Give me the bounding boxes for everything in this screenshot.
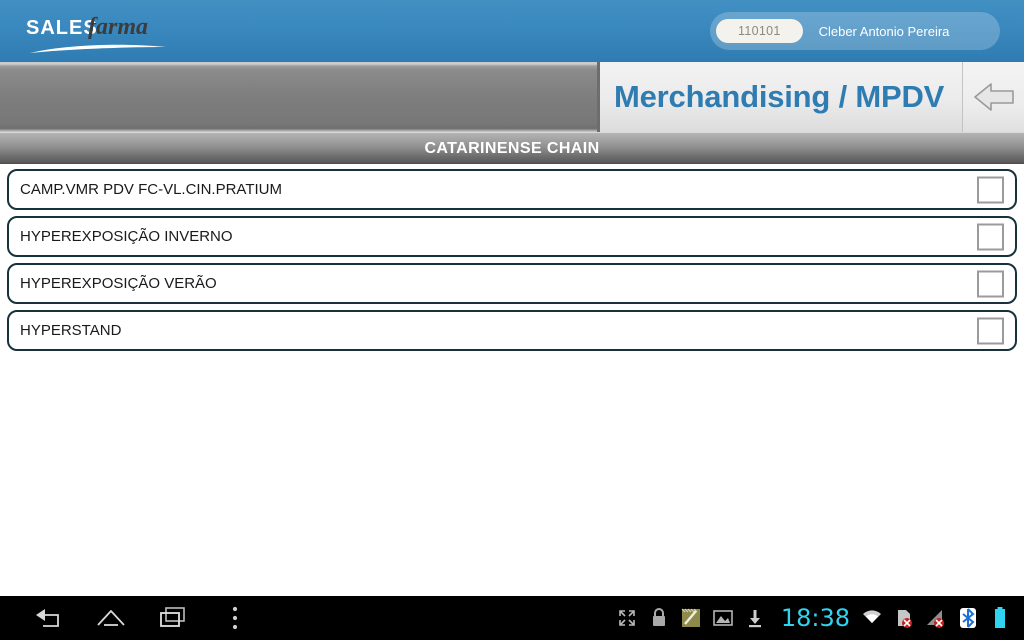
back-button[interactable] xyxy=(962,62,1024,132)
notepad-icon xyxy=(681,608,700,627)
status-icon-group: 18:38 xyxy=(611,596,1024,640)
wifi-icon xyxy=(863,610,881,623)
list-item[interactable]: HYPEREXPOSIÇÃO INVERNO xyxy=(7,216,1017,257)
status-clock: 18:38 xyxy=(780,604,850,632)
fullscreen-icon xyxy=(619,610,635,626)
signal-off-icon xyxy=(927,610,944,628)
list-item[interactable]: CAMP.VMR PDV FC-VL.CIN.PRATIUM xyxy=(7,169,1017,210)
back-icon xyxy=(36,609,59,627)
home-icon xyxy=(97,610,125,626)
app-header: SALES farma 110101 Cleber Antonio Pereir… xyxy=(0,0,1024,62)
empty-content-area xyxy=(0,357,1024,583)
bluetooth-icon xyxy=(960,608,976,628)
logo-primary-text: SALES xyxy=(26,17,98,39)
sim-card-off-indicator[interactable] xyxy=(891,596,917,640)
list-item-label: HYPERSTAND xyxy=(20,322,122,339)
logo-secondary-text: farma xyxy=(88,14,148,40)
user-chip[interactable]: 110101 Cleber Antonio Pereira xyxy=(710,12,1000,50)
image-icon xyxy=(713,610,733,626)
recent-apps-icon xyxy=(160,607,185,627)
list-item-checkbox[interactable] xyxy=(977,270,1004,297)
nav-back-button[interactable] xyxy=(18,596,80,640)
screen-title-bar: Merchandising / MPDV xyxy=(0,62,1024,132)
screen-lock-indicator[interactable] xyxy=(646,596,672,640)
download-icon xyxy=(748,610,761,628)
merchandising-list: CAMP.VMR PDV FC-VL.CIN.PRATIUM HYPEREXPO… xyxy=(0,164,1024,351)
list-item-checkbox[interactable] xyxy=(977,176,1004,203)
salesfarma-logo: SALES farma xyxy=(26,12,176,54)
section-title: CATARINENSE CHAIN xyxy=(424,139,600,157)
nav-home-button[interactable] xyxy=(80,596,142,640)
nav-button-group xyxy=(0,596,266,640)
wifi-indicator[interactable] xyxy=(859,596,885,640)
sim-card-off-icon xyxy=(898,610,912,628)
list-item-checkbox[interactable] xyxy=(977,223,1004,250)
android-navigation-bar: 18:38 xyxy=(0,596,1024,640)
logo-swoosh-icon xyxy=(30,44,166,53)
overflow-menu-icon xyxy=(232,606,238,630)
list-item[interactable]: HYPERSTAND xyxy=(7,310,1017,351)
notepad-notification[interactable] xyxy=(678,596,704,640)
nav-recent-apps-button[interactable] xyxy=(142,596,204,640)
fullscreen-button[interactable] xyxy=(614,596,640,640)
list-item-label: HYPEREXPOSIÇÃO INVERNO xyxy=(20,228,233,245)
battery-icon xyxy=(995,607,1005,628)
list-item[interactable]: HYPEREXPOSIÇÃO VERÃO xyxy=(7,263,1017,304)
list-item-label: HYPEREXPOSIÇÃO VERÃO xyxy=(20,275,217,292)
nav-overflow-menu-button[interactable] xyxy=(204,596,266,640)
list-item-checkbox[interactable] xyxy=(977,317,1004,344)
list-item-label: CAMP.VMR PDV FC-VL.CIN.PRATIUM xyxy=(20,181,282,198)
lock-icon xyxy=(652,608,665,626)
image-notification[interactable] xyxy=(710,596,736,640)
back-arrow-icon xyxy=(973,83,1014,111)
download-notification[interactable] xyxy=(742,596,768,640)
user-id-badge: 110101 xyxy=(716,18,803,44)
mobile-signal-off-indicator[interactable] xyxy=(923,596,949,640)
user-name-label: Cleber Antonio Pereira xyxy=(818,23,950,39)
battery-indicator[interactable] xyxy=(987,596,1013,640)
title-panel: Merchandising / MPDV xyxy=(597,62,962,132)
page-title: Merchandising / MPDV xyxy=(614,79,945,114)
section-header-bar: CATARINENSE CHAIN xyxy=(0,132,1024,164)
bluetooth-indicator[interactable] xyxy=(955,596,981,640)
